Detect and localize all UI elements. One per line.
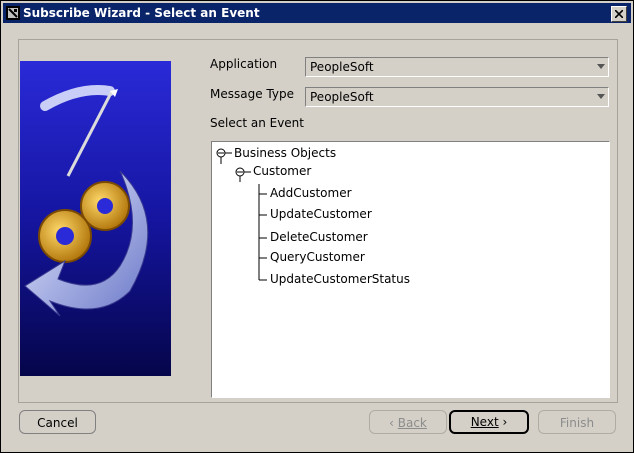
select-event-label: Select an Event bbox=[210, 116, 304, 130]
cancel-button-label: Cancel bbox=[37, 416, 78, 430]
title-bar[interactable]: Subscribe Wizard - Select an Event bbox=[3, 3, 631, 23]
message-type-label: Message Type bbox=[210, 87, 294, 101]
tree-node-business-objects[interactable]: Business Objects bbox=[234, 146, 336, 160]
application-value: PeopleSoft bbox=[310, 60, 374, 74]
tree-node-query-customer[interactable]: QueryCustomer bbox=[270, 250, 365, 264]
close-x-icon bbox=[615, 10, 623, 18]
wizard-app-icon bbox=[6, 6, 20, 20]
tree-connector-lines bbox=[216, 148, 267, 281]
finish-button-label: Finish bbox=[559, 416, 595, 430]
wizard-window: Subscribe Wizard - Select an Event Appli… bbox=[0, 0, 634, 453]
window-title: Subscribe Wizard - Select an Event bbox=[23, 6, 260, 20]
tree-node-delete-customer[interactable]: DeleteCustomer bbox=[270, 230, 368, 244]
tree-node-customer[interactable]: Customer bbox=[253, 164, 311, 178]
chevron-down-icon bbox=[597, 64, 605, 69]
back-button-label: Back bbox=[397, 416, 427, 430]
close-button[interactable] bbox=[611, 6, 627, 22]
message-type-value: PeopleSoft bbox=[310, 90, 374, 104]
application-dropdown[interactable]: PeopleSoft bbox=[305, 57, 609, 77]
chevron-right-icon: › bbox=[502, 415, 508, 429]
tree-node-update-customer-status[interactable]: UpdateCustomerStatus bbox=[270, 272, 410, 286]
cancel-button[interactable]: Cancel bbox=[19, 410, 96, 434]
tree-node-update-customer[interactable]: UpdateCustomer bbox=[270, 207, 372, 221]
event-tree[interactable]: Business Objects Customer AddCustomer Up… bbox=[211, 141, 610, 398]
tree-node-add-customer[interactable]: AddCustomer bbox=[270, 186, 352, 200]
next-button-label: Next bbox=[470, 415, 499, 429]
message-type-dropdown[interactable]: PeopleSoft bbox=[305, 87, 609, 107]
chevron-left-icon: ‹ bbox=[389, 416, 394, 430]
chevron-down-icon bbox=[597, 94, 605, 99]
finish-button[interactable]: Finish bbox=[538, 410, 616, 434]
next-button[interactable]: Next › bbox=[449, 410, 529, 434]
wizard-graphic bbox=[20, 61, 171, 376]
back-button[interactable]: ‹ Back bbox=[369, 410, 447, 434]
application-label: Application bbox=[210, 57, 278, 71]
